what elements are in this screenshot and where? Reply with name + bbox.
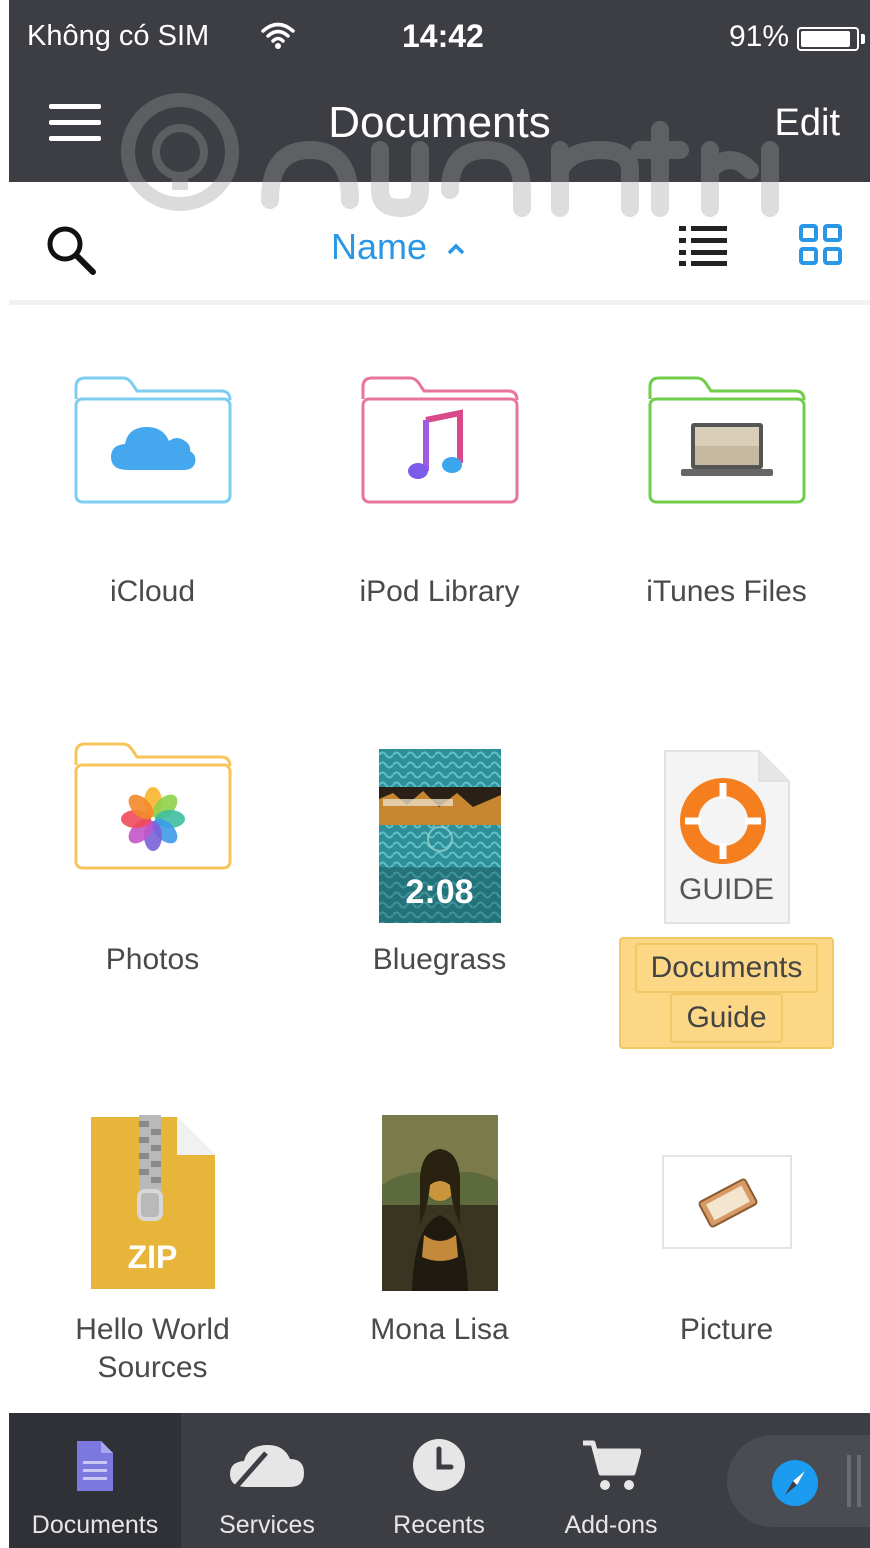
search-icon[interactable] <box>43 222 99 278</box>
grid-item-bluegrass[interactable]: 2:08 Bluegrass <box>296 675 583 1035</box>
item-label: Hello World Sources <box>9 1311 296 1387</box>
compass-icon <box>772 1460 818 1506</box>
battery-percent: 91% <box>729 20 790 53</box>
tab-add-ons[interactable]: Add-ons <box>525 1413 697 1548</box>
edit-button[interactable]: Edit <box>775 102 840 145</box>
guide-badge: GUIDE <box>678 873 774 906</box>
item-label: Bluegrass <box>372 943 507 976</box>
picture-file-icon <box>661 1155 792 1249</box>
zip-badge: ZIP <box>127 1239 178 1275</box>
tab-services[interactable]: Services <box>181 1413 353 1548</box>
item-label: Mona Lisa <box>370 1313 509 1346</box>
screen-edge <box>0 0 9 1548</box>
tab-documents[interactable]: Documents <box>9 1413 181 1548</box>
grid-item-hello-world-sources[interactable]: ZIP Hello World Sources <box>9 1045 296 1405</box>
item-label: iPod Library <box>359 575 520 608</box>
item-label: Picture <box>679 1313 774 1346</box>
video-duration: 2:08 <box>405 873 474 911</box>
clock-time: 14:42 <box>402 18 484 54</box>
grid-item-picture[interactable]: Picture <box>583 1045 870 1405</box>
label-line: Hello World <box>75 1313 230 1346</box>
nav-bar: Documents Edit <box>9 78 870 182</box>
list-view-icon[interactable] <box>679 224 727 266</box>
clock-icon <box>413 1439 465 1491</box>
battery-icon <box>797 27 859 51</box>
wifi-icon <box>261 22 295 49</box>
tab-label: Recents <box>393 1511 485 1539</box>
grid-item-icloud[interactable]: iCloud <box>9 305 296 665</box>
item-label: iCloud <box>109 575 196 608</box>
tab-label: Documents <box>31 1511 159 1539</box>
grid-item-photos[interactable]: Photos <box>9 675 296 1035</box>
battery-level <box>801 31 851 47</box>
document-icon <box>77 1441 113 1491</box>
battery-nub <box>861 34 865 44</box>
itunes-files-folder-icon <box>648 376 805 504</box>
grid-item-documents-guide[interactable]: GUIDE Documents Guide <box>583 675 870 1049</box>
tab-label: Services <box>219 1511 315 1539</box>
tab-bar: Documents Services Recents Add-ons <box>9 1413 870 1548</box>
page-title: Documents <box>328 98 551 147</box>
tab-recents[interactable]: Recents <box>353 1413 525 1548</box>
photos-folder-icon <box>74 742 231 870</box>
sort-label: Name <box>331 226 428 267</box>
label-line: Documents <box>634 943 819 993</box>
item-label-selected: Documents Guide <box>583 937 870 1049</box>
chevron-up-icon <box>447 244 465 255</box>
item-label: Photos <box>105 943 200 976</box>
image-thumbnail <box>381 1115 498 1291</box>
browser-button[interactable] <box>727 1435 870 1527</box>
label-line: Sources <box>97 1351 208 1384</box>
sort-toolbar: Name <box>9 182 870 305</box>
sort-by-name-button[interactable]: Name <box>331 226 465 268</box>
app-screen: Không có SIM 14:42 91% Documents Edit Na… <box>0 0 870 1548</box>
icloud-folder-icon <box>74 376 231 504</box>
grid-item-mona-lisa[interactable]: Mona Lisa <box>296 1045 583 1405</box>
file-grid: iCloud iPod Library iTunes Files Photos … <box>9 305 870 1413</box>
carrier-label: Không có SIM <box>27 20 210 52</box>
cloud-icon <box>230 1445 304 1489</box>
tab-label: Add-ons <box>564 1511 658 1539</box>
status-bar: Không có SIM 14:42 91% <box>9 0 870 78</box>
item-label: iTunes Files <box>646 575 807 608</box>
grid-item-ipod-library[interactable]: iPod Library <box>296 305 583 665</box>
music-folder-icon <box>361 376 518 504</box>
label-line: Guide <box>670 993 783 1043</box>
cart-icon <box>583 1440 641 1490</box>
drag-handle-icon[interactable] <box>845 1455 865 1507</box>
grid-item-itunes-files[interactable]: iTunes Files <box>583 305 870 665</box>
grid-view-icon[interactable] <box>799 224 843 266</box>
